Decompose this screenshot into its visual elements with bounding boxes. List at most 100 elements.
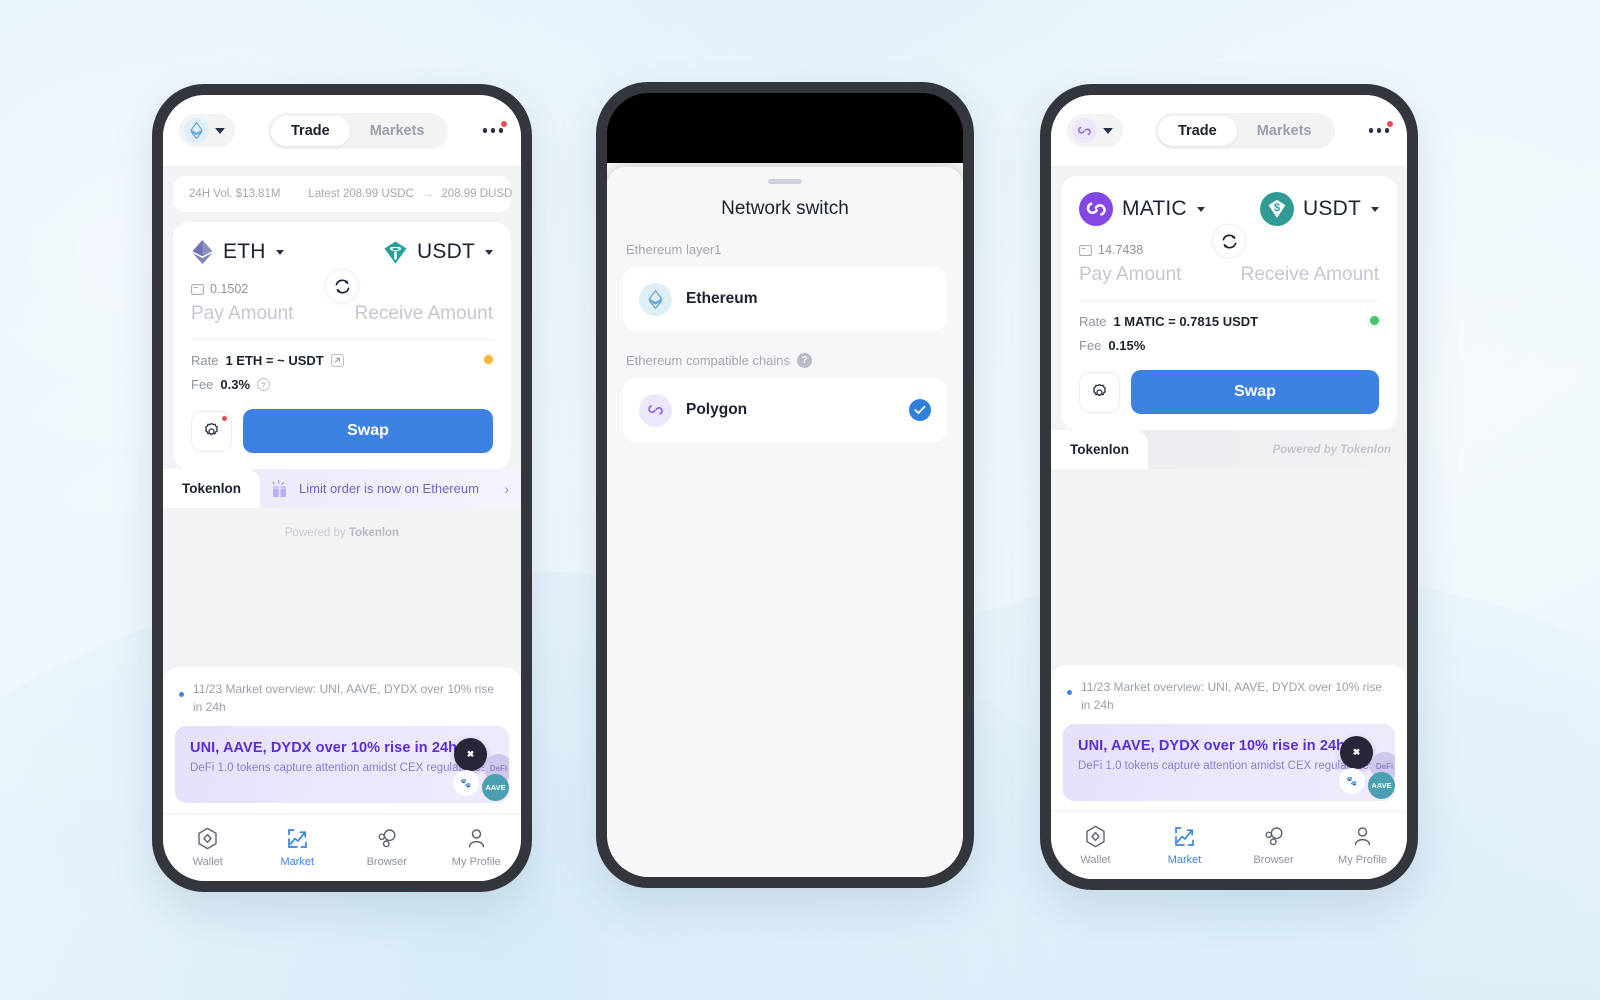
pay-amount-input[interactable]: Pay Amount — [1079, 264, 1181, 286]
external-link-icon[interactable] — [330, 354, 344, 367]
swap-direction-button[interactable] — [325, 269, 359, 303]
rate-fee-block: Rate 1 ETH = ~ USDT Fee 0.3% ? — [191, 340, 493, 392]
swap-arrows-icon — [335, 278, 349, 294]
pay-token-selector[interactable]: MATIC — [1079, 192, 1205, 226]
chevron-down-icon — [275, 249, 284, 255]
news-headline-row[interactable]: 11/23 Market overview: UNI, AAVE, DYDX o… — [1063, 677, 1395, 724]
tab-markets[interactable]: Markets — [1237, 116, 1332, 146]
help-circle-icon[interactable]: ? — [257, 378, 270, 391]
receive-token-selector[interactable]: USDT — [383, 240, 493, 265]
news-headline: 11/23 Market overview: UNI, AAVE, DYDX o… — [193, 682, 495, 714]
usdt-token-icon: $ — [1260, 192, 1295, 226]
nav-item-wallet[interactable]: Wallet — [1051, 825, 1140, 866]
settings-button[interactable] — [191, 410, 232, 452]
phone3-app-body: MATIC $ USDT 14.7438 Pay Amount Receive … — [1051, 167, 1407, 811]
receive-token-symbol: USDT — [1303, 197, 1361, 220]
tokenlon-brand-tab[interactable]: Tokenlon — [1051, 430, 1148, 469]
selected-check-icon — [909, 399, 931, 421]
chain-selector-polygon[interactable] — [1067, 114, 1123, 147]
tokenlon-brand-tab[interactable]: Tokenlon — [163, 469, 260, 508]
phone-mockup-network-switch: Network switch Ethereum layer1 Ethereum … — [596, 82, 974, 888]
notification-dot — [501, 121, 507, 128]
volume-24h: 24H Vol. $13.81M — [189, 188, 281, 200]
nav-label-market: Market — [1167, 854, 1202, 866]
more-options-button[interactable] — [1367, 120, 1393, 141]
tab-trade[interactable]: Trade — [271, 115, 350, 146]
nav-item-market[interactable]: Market — [1140, 825, 1229, 866]
wallet-icon — [1086, 825, 1105, 848]
chevron-down-icon — [1103, 127, 1113, 134]
swap-card: MATIC $ USDT 14.7438 Pay Amount Receive … — [1061, 176, 1397, 430]
promo-text: Limit order is now on Ethereum — [299, 481, 479, 496]
wallet-icon — [198, 827, 217, 850]
nav-item-browser[interactable]: Browser — [1229, 825, 1318, 866]
receive-amount-input[interactable]: Receive Amount — [355, 303, 493, 325]
phone3-app-header: Trade Markets — [1051, 95, 1407, 167]
usdt-token-icon — [384, 241, 407, 263]
help-circle-icon[interactable]: ? — [797, 353, 813, 368]
swap-button[interactable]: Swap — [243, 409, 493, 453]
aave-coin-icon: AAVE — [1368, 772, 1395, 799]
news-banner-artwork: ✖ DeFi 🐾 AAVE — [1303, 728, 1395, 801]
phone3-segmented-tabs: Trade Markets — [1155, 112, 1335, 149]
swap-direction-button[interactable] — [1212, 224, 1246, 258]
rate-label: Rate — [1079, 314, 1107, 329]
nav-item-market[interactable]: Market — [253, 827, 343, 868]
receive-token-symbol: USDT — [417, 240, 475, 263]
rate-label: Rate — [191, 353, 219, 368]
limit-order-promo[interactable]: Limit order is now on Ethereum › — [246, 469, 521, 508]
nav-item-browser[interactable]: Browser — [342, 827, 432, 868]
news-banner[interactable]: UNI, AAVE, DYDX over 10% rise in 24h DeF… — [175, 726, 509, 803]
latest-trade-from: Latest 208.99 USDC — [308, 188, 414, 200]
polygon-icon — [639, 393, 672, 427]
rate-value: 1 MATIC = 0.7815 USDT — [1113, 314, 1259, 329]
phone1-segmented-tabs: Trade Markets — [268, 112, 448, 149]
news-section: 11/23 Market overview: UNI, AAVE, DYDX o… — [1051, 665, 1407, 811]
uni-coin-icon: 🐾 — [1339, 768, 1365, 794]
sheet-drag-handle[interactable] — [768, 179, 802, 184]
network-option-ethereum[interactable]: Ethereum — [623, 267, 947, 331]
news-banner[interactable]: UNI, AAVE, DYDX over 10% rise in 24h DeF… — [1063, 724, 1395, 801]
tab-trade[interactable]: Trade — [1158, 115, 1237, 146]
receive-amount-input[interactable]: Receive Amount — [1241, 264, 1379, 286]
status-badge — [484, 355, 493, 364]
chevron-down-icon — [1196, 206, 1205, 212]
chevron-down-icon — [215, 127, 225, 134]
network-option-polygon[interactable]: Polygon — [623, 378, 947, 442]
wallet-balance-icon — [191, 283, 204, 295]
news-card: 11/23 Market overview: UNI, AAVE, DYDX o… — [163, 667, 521, 813]
receive-token-selector[interactable]: $ USDT — [1260, 192, 1379, 226]
swap-arrows-icon — [1222, 233, 1236, 249]
token-pair-row: MATIC $ USDT — [1079, 192, 1379, 226]
network-switch-sheet: Network switch Ethereum layer1 Ethereum … — [607, 167, 963, 877]
phone1-screen: Trade Markets 24H Vol. $13.81M Latest 20… — [163, 95, 521, 881]
group-label-compatible-text: Ethereum compatible chains — [626, 353, 791, 368]
profile-icon — [468, 829, 484, 848]
fee-label: Fee — [1079, 338, 1102, 353]
settings-button[interactable] — [1079, 371, 1120, 413]
pay-amount-input[interactable]: Pay Amount — [191, 303, 293, 325]
nav-label-wallet: Wallet — [1080, 854, 1111, 866]
swap-action-row: Swap — [191, 392, 493, 469]
tab-markets[interactable]: Markets — [350, 116, 445, 146]
swap-button[interactable]: Swap — [1131, 370, 1379, 414]
chain-selector-ethereum[interactable] — [179, 114, 235, 147]
nav-label-my-profile: My Profile — [451, 856, 501, 868]
phone3-screen: Trade Markets MATIC $ USDT 14.7438 Pay A… — [1051, 95, 1407, 879]
nav-item-my-profile[interactable]: My Profile — [432, 827, 522, 868]
news-banner-artwork: ✖ DeFi 🐾 AAVE — [417, 730, 509, 803]
phone-mockup-trade-eth: Trade Markets 24H Vol. $13.81M Latest 20… — [152, 84, 532, 892]
more-options-button[interactable] — [481, 120, 507, 141]
wallet-balance-icon — [1079, 244, 1092, 256]
rate-fee-block: Rate 1 MATIC = 0.7815 USDT Fee 0.15% — [1079, 301, 1379, 353]
bullet-dot-icon — [1067, 690, 1072, 696]
news-headline-row[interactable]: 11/23 Market overview: UNI, AAVE, DYDX o… — [175, 679, 509, 726]
dydx-coin-icon: ✖ — [454, 738, 487, 771]
pay-token-selector[interactable]: ETH — [191, 239, 284, 265]
nav-item-wallet[interactable]: Wallet — [163, 827, 253, 868]
notification-dot — [1387, 121, 1393, 128]
nav-label-wallet: Wallet — [192, 856, 223, 868]
dydx-coin-icon: ✖ — [1340, 736, 1373, 769]
news-section: 11/23 Market overview: UNI, AAVE, DYDX o… — [163, 667, 521, 813]
nav-item-my-profile[interactable]: My Profile — [1318, 825, 1407, 866]
